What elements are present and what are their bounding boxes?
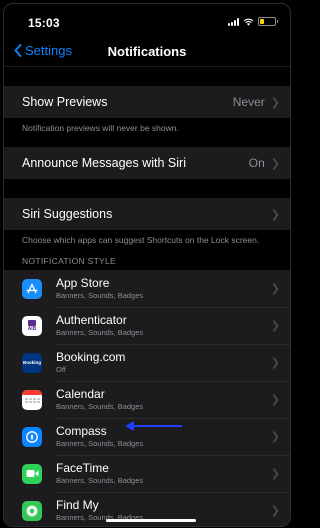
app-detail: Banners, Sounds, Badges	[56, 439, 144, 448]
chevron-right-icon: ❯	[270, 320, 280, 332]
show-previews-label: Show Previews	[22, 95, 108, 109]
navigation-bar: Settings Notifications	[4, 40, 290, 67]
page-title: Notifications	[107, 44, 187, 59]
siri-suggestions-footer: Choose which apps can suggest Shortcuts …	[22, 235, 260, 245]
siri-suggestions-row[interactable]: Siri Suggestions ❯	[4, 198, 290, 230]
show-previews-footer: Notification previews will never be show…	[22, 123, 179, 133]
show-previews-value: Never	[232, 95, 265, 109]
notification-style-header: NOTIFICATION STYLE	[22, 256, 117, 266]
home-indicator[interactable]	[106, 519, 196, 522]
app-name: Booking.com	[56, 350, 126, 364]
show-previews-row[interactable]: Show Previews Never ❯	[4, 86, 290, 118]
app-store-icon	[22, 278, 42, 299]
chevron-right-icon: ❯	[270, 208, 280, 221]
app-detail: Banners, Sounds, Badges	[56, 402, 144, 411]
status-icons	[228, 17, 278, 26]
chevron-right-icon: ❯	[270, 468, 280, 480]
calendar-icon	[22, 389, 42, 410]
authenticator-icon: AIB	[22, 315, 42, 336]
app-detail: Banners, Sounds, Badges	[56, 328, 144, 337]
announce-messages-value: On	[248, 156, 265, 170]
status-bar: 15:03	[4, 4, 290, 40]
wifi-icon	[243, 18, 254, 26]
app-name: FaceTime	[56, 461, 109, 475]
cellular-signal-icon	[228, 17, 239, 26]
announce-messages-label: Announce Messages with Siri	[22, 156, 186, 170]
siri-suggestions-label: Siri Suggestions	[22, 207, 113, 221]
annotation-arrow-icon	[125, 421, 182, 431]
app-list: App Store Banners, Sounds, Badges ❯ AIB …	[4, 270, 290, 526]
find-my-icon	[22, 500, 42, 521]
announce-messages-row[interactable]: Announce Messages with Siri On ❯	[4, 147, 290, 179]
compass-icon	[22, 426, 42, 447]
chevron-right-icon: ❯	[270, 283, 280, 295]
authenticator-icon-text: AIB	[27, 325, 37, 332]
app-row-calendar[interactable]: Calendar Banners, Sounds, Badges ❯	[4, 381, 290, 418]
chevron-right-icon: ❯	[270, 394, 280, 406]
app-row-facetime[interactable]: FaceTime Banners, Sounds, Badges ❯	[4, 455, 290, 492]
app-name: App Store	[56, 276, 110, 290]
phone-screen: 15:03 Settings Notifications Show Previe…	[3, 3, 291, 527]
status-time: 15:03	[28, 16, 60, 30]
app-name: Calendar	[56, 387, 105, 401]
chevron-right-icon: ❯	[270, 96, 280, 109]
facetime-icon	[22, 463, 42, 484]
chevron-right-icon: ❯	[270, 505, 280, 517]
booking-icon-text: Booking	[23, 360, 41, 365]
app-row-app-store[interactable]: App Store Banners, Sounds, Badges ❯	[4, 270, 290, 307]
chevron-right-icon: ❯	[270, 431, 280, 443]
booking-icon: Booking	[22, 352, 42, 373]
chevron-right-icon: ❯	[270, 157, 280, 170]
chevron-right-icon: ❯	[270, 357, 280, 369]
app-detail: Banners, Sounds, Badges	[56, 476, 144, 485]
app-name: Authenticator	[56, 313, 127, 327]
app-row-booking[interactable]: Booking Booking.com Off ❯	[4, 344, 290, 381]
app-detail: Off	[56, 365, 66, 374]
app-name: Find My	[56, 498, 99, 512]
app-detail: Banners, Sounds, Badges	[56, 291, 144, 300]
app-row-authenticator[interactable]: AIB Authenticator Banners, Sounds, Badge…	[4, 307, 290, 344]
battery-icon	[258, 17, 278, 26]
